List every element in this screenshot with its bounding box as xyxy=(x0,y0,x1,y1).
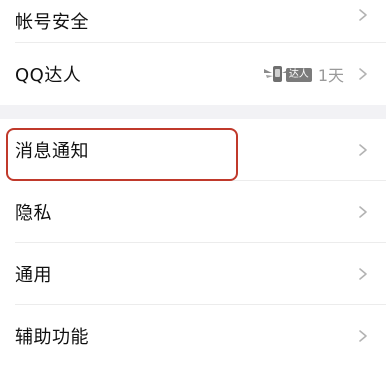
chevron-right-icon xyxy=(359,144,367,156)
settings-group-general: 消息通知 隐私 通用 辅助功能 xyxy=(0,119,386,366)
chevron-right-icon xyxy=(359,68,367,80)
settings-item-label: 帐号安全 xyxy=(15,12,89,33)
settings-screen: 帐号安全 QQ达人 达人 1天 消息通知 隐私 通用 辅助功能 xyxy=(0,0,386,366)
settings-item-label: 辅助功能 xyxy=(15,327,89,348)
badge-label: 达人 xyxy=(285,68,312,82)
settings-item-label: QQ达人 xyxy=(15,65,82,86)
settings-item-label: 消息通知 xyxy=(15,141,89,162)
settings-item-label: 通用 xyxy=(15,265,52,286)
chevron-right-icon xyxy=(359,9,367,21)
chevron-right-icon xyxy=(359,268,367,280)
section-gap xyxy=(0,105,386,119)
settings-group-account: 帐号安全 QQ达人 达人 1天 xyxy=(0,0,386,105)
chevron-right-icon xyxy=(359,330,367,342)
days-count: 1天 xyxy=(317,66,344,85)
qq-master-badge: 达人 1天 xyxy=(262,62,344,86)
settings-item-account-security[interactable]: 帐号安全 xyxy=(0,0,386,43)
settings-item-qq-master[interactable]: QQ达人 达人 1天 xyxy=(0,43,386,105)
settings-item-notifications[interactable]: 消息通知 xyxy=(0,119,386,181)
wings-icon: 达人 xyxy=(262,63,312,85)
settings-item-privacy[interactable]: 隐私 xyxy=(0,181,386,243)
settings-item-label: 隐私 xyxy=(15,203,52,224)
chevron-right-icon xyxy=(359,206,367,218)
settings-item-general[interactable]: 通用 xyxy=(0,243,386,305)
settings-item-accessibility[interactable]: 辅助功能 xyxy=(0,305,386,366)
